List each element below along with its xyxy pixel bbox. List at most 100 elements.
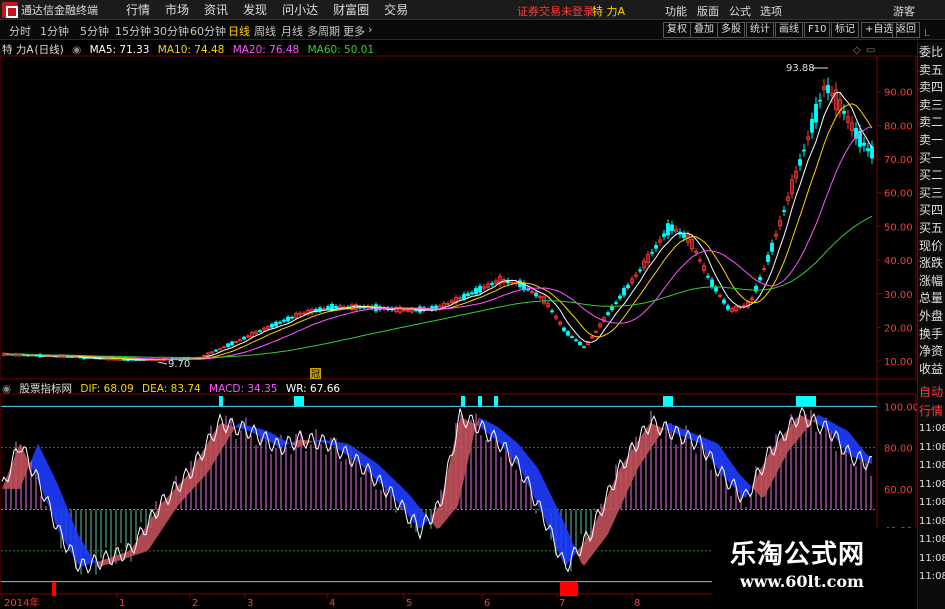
ma20-line (3, 126, 873, 360)
order-book-label: 买三 (919, 185, 944, 200)
period-monthly[interactable]: 月线 (281, 23, 303, 39)
band-segment (584, 538, 587, 566)
order-book-label: 买一 (919, 150, 944, 165)
band-segment (761, 463, 764, 498)
price-tick-label: 40.00 (884, 256, 913, 267)
tick-time-label: 11:08 (919, 441, 945, 453)
menu-item-trade[interactable]: 交易 (384, 1, 408, 18)
band-segment (545, 482, 548, 527)
band-segment (818, 414, 821, 427)
band-segment (812, 418, 815, 423)
candle-body (282, 319, 286, 322)
band-segment (791, 421, 794, 448)
candle-body (478, 286, 482, 293)
candle-body (278, 321, 282, 324)
band-segment (44, 455, 47, 503)
overlay-button[interactable]: 叠加 (690, 22, 718, 38)
candle-body (714, 287, 718, 292)
menu-item-wealth[interactable]: 财富圈 (333, 1, 369, 18)
candle-body (626, 284, 630, 289)
band-segment (566, 526, 569, 566)
menu-item-ask[interactable]: 问小达 (282, 1, 318, 18)
period-intraday[interactable]: 分时 (9, 23, 31, 39)
candle-body (578, 341, 582, 346)
candle-body (474, 288, 478, 295)
band-segment (197, 455, 200, 485)
candle-body (870, 146, 874, 159)
candle-body (810, 118, 814, 133)
login-status[interactable]: 证券交易未登录 (517, 3, 594, 19)
candle-body (270, 323, 274, 328)
band-segment (65, 502, 68, 548)
tick-time-label: 11:08 (919, 571, 945, 582)
chart-canvas[interactable]: 90.00 80.00 70.00 60.00 50.00 40.00 30.00 20.00… (0, 42, 917, 609)
menu-item-quotes[interactable]: 行情 (126, 1, 150, 18)
time-tick-label: 6 (484, 598, 490, 609)
band-segment (362, 453, 365, 469)
menu-item-discover[interactable]: 发现 (243, 1, 267, 18)
band-segment (500, 428, 503, 448)
statistics-button[interactable]: 统计 (746, 22, 774, 38)
period-15min[interactable]: 15分钟 (115, 23, 151, 39)
band-segment (533, 462, 536, 502)
candle-body (622, 288, 626, 296)
candle-body (242, 336, 246, 340)
adjust-button[interactable]: 复权 (663, 22, 691, 38)
candle-body (490, 283, 494, 285)
candle-body (570, 336, 574, 338)
order-book-label: 涨跌 (919, 256, 944, 271)
time-tick-label: 3 (247, 598, 253, 609)
band-segment (53, 474, 56, 525)
period-more[interactable]: 更多 (343, 23, 365, 39)
band-segment (152, 512, 155, 545)
band-segment (842, 427, 845, 450)
ma60-line (3, 215, 873, 359)
order-book-label: 买五 (919, 221, 944, 235)
band-segment (209, 436, 212, 471)
candle-body (274, 321, 278, 327)
oversold-marker (52, 581, 56, 597)
tool-layout-button[interactable]: 版面 (697, 3, 719, 19)
chevron-right-icon[interactable]: › (368, 23, 372, 36)
candle-body (582, 346, 586, 349)
top-menu-bar: 通达信金融终端 行情 市场 资讯 发现 问小达 财富圈 交易 (0, 0, 945, 20)
band-segment (77, 531, 80, 568)
tick-time-label: 11:08 (919, 423, 945, 434)
ma10-line (3, 103, 873, 361)
band-segment (635, 440, 638, 475)
order-book-label: 净资 (919, 344, 944, 359)
tool-formula-button[interactable]: 公式 (729, 3, 751, 19)
candlestick-series (2, 77, 874, 362)
guest-user-label[interactable]: 游客 (893, 3, 915, 19)
band-segment (86, 547, 89, 566)
time-tick-label: 7 (559, 598, 565, 609)
period-multi[interactable]: 多周期 (307, 23, 340, 39)
diamond-icon[interactable]: ◇ (853, 45, 861, 56)
band-segment (716, 442, 719, 471)
tool-options-button[interactable]: 选项 (760, 3, 782, 19)
back-button[interactable]: 返回 (892, 22, 920, 38)
menu-item-news[interactable]: 资讯 (204, 1, 228, 18)
price-tick-label: 50.00 (884, 222, 913, 233)
period-30min[interactable]: 30分钟 (153, 23, 189, 39)
period-daily[interactable]: 日线 (228, 23, 250, 39)
tool-function-button[interactable]: 功能 (665, 3, 687, 19)
f10-button[interactable]: F10 (804, 22, 831, 38)
band-segment (218, 423, 221, 456)
multi-stock-button[interactable]: 多股 (717, 22, 745, 38)
period-1min[interactable]: 1分钟 (40, 23, 69, 39)
restore-icon[interactable]: ▭ (866, 45, 875, 56)
price-tick-label: 80.00 (884, 121, 913, 132)
auto-quote-label[interactable]: 行情 (919, 403, 945, 419)
period-5min[interactable]: 5分钟 (80, 23, 109, 39)
auto-quote-label[interactable]: 自动 (919, 384, 945, 400)
mark-button[interactable]: 标记 (831, 22, 859, 38)
period-60min[interactable]: 60分钟 (190, 23, 226, 39)
period-weekly[interactable]: 周线 (254, 23, 276, 39)
band-segment (41, 449, 44, 495)
menu-item-market[interactable]: 市场 (165, 1, 189, 18)
draw-line-button[interactable]: 画线 (775, 22, 803, 38)
tick-time-label: 11:08 (919, 534, 945, 545)
overbought-marker (663, 396, 673, 407)
watermark: 乐淘公式网 www.60lt.com (712, 528, 917, 600)
